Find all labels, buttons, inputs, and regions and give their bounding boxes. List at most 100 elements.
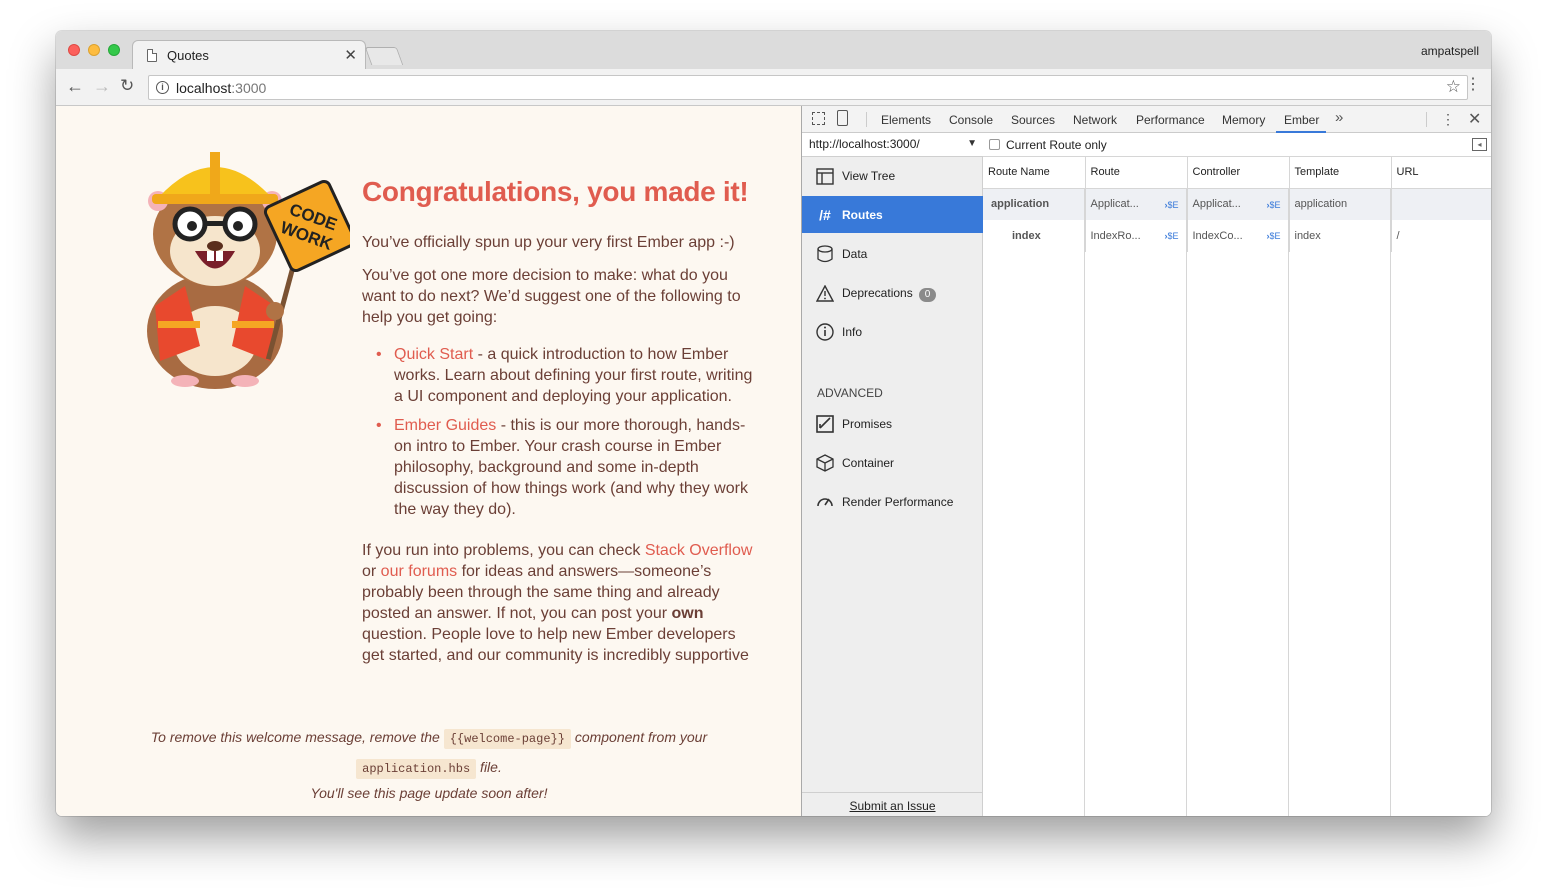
sidebar-item-info[interactable]: Info	[802, 313, 983, 350]
more-tabs-icon[interactable]: »	[1335, 109, 1343, 126]
route-name-cell: index	[983, 220, 1086, 252]
inspect-element-icon[interactable]	[812, 112, 825, 125]
address-bar[interactable]: i localhost:3000 ☆	[148, 75, 1468, 100]
divider	[1426, 112, 1427, 127]
list-item: Quick Start - a quick introduction to ho…	[376, 344, 762, 407]
list-item: Ember Guides - this is our more thorough…	[376, 415, 762, 520]
warning-icon	[816, 284, 834, 302]
column-header: Route Name	[983, 157, 1086, 189]
sidebar-item-deprecations[interactable]: Deprecations 0	[802, 274, 983, 311]
routes-panel: Current Route only ◂ Route Name Route Co…	[983, 133, 1491, 816]
submit-issue-link[interactable]: Submit an Issue	[802, 792, 983, 816]
tab-console[interactable]: Console	[949, 113, 993, 127]
tab-title: Quotes	[167, 48, 209, 63]
sidebar-item-render-performance[interactable]: Render Performance	[802, 483, 983, 520]
column-header: Route	[1085, 157, 1188, 189]
container-icon	[816, 454, 834, 472]
deprecations-count-badge: 0	[918, 288, 937, 302]
intro-text: You’ve officially spun up your very firs…	[362, 234, 735, 251]
devtools-tab-bar: Elements Console Sources Network Perform…	[802, 106, 1491, 133]
info-icon[interactable]: i	[156, 81, 169, 94]
tab-close-icon[interactable]: ✕	[344, 46, 357, 64]
gauge-icon	[816, 493, 834, 511]
route-cell[interactable]: IndexRo... ›$E	[1085, 220, 1188, 252]
sidebar-item-view-tree[interactable]: View Tree	[802, 157, 983, 194]
document-icon	[147, 49, 157, 62]
back-arrow-icon[interactable]: ←	[66, 77, 84, 95]
help-text: If you run into problems, you can check …	[362, 542, 753, 664]
toggle-sidebar-icon[interactable]: ◂	[1472, 138, 1487, 151]
current-route-only-label[interactable]: Current Route only	[1006, 138, 1107, 152]
template-cell: application	[1289, 188, 1392, 220]
profile-name[interactable]: ampatspell	[1421, 44, 1479, 58]
update-note: You'll see this page update soon after!	[310, 785, 548, 801]
tab-network[interactable]: Network	[1073, 113, 1117, 127]
devtools-menu-icon[interactable]: ⋮	[1441, 111, 1455, 128]
tab-ember[interactable]: Ember	[1284, 113, 1319, 127]
construction-hamster-mascot: CODE WORK	[147, 152, 350, 389]
maximize-window-button[interactable]	[108, 44, 120, 56]
promises-icon	[816, 415, 834, 433]
quick-start-link[interactable]: Quick Start	[394, 346, 473, 363]
title-bar: Quotes ✕ ampatspell	[56, 31, 1491, 70]
device-toolbar-icon[interactable]	[837, 110, 848, 126]
forward-arrow-icon[interactable]: →	[93, 77, 111, 95]
stack-overflow-link[interactable]: Stack Overflow	[645, 542, 753, 559]
application-hbs-code: application.hbs	[356, 759, 477, 779]
sidebar-item-container[interactable]: Container	[802, 444, 983, 481]
decision-text: You’ve got one more decision to make: wh…	[362, 267, 741, 326]
advanced-section-label: ADVANCED	[817, 386, 883, 400]
divider	[866, 112, 867, 127]
routes-filter-bar: Current Route only ◂	[983, 133, 1491, 157]
bookmark-star-icon[interactable]: ☆	[1446, 77, 1461, 97]
send-to-console-button[interactable]: ›$E	[1164, 231, 1178, 241]
sidebar-item-promises[interactable]: Promises	[802, 405, 983, 442]
browser-tab[interactable]: Quotes ✕	[132, 40, 366, 70]
welcome-page-code: {{welcome-page}}	[443, 729, 571, 749]
column-header: Template	[1289, 157, 1392, 189]
app-url-select[interactable]: http://localhost:3000/▼	[802, 133, 983, 157]
data-icon	[816, 245, 834, 263]
table-row[interactable]: index IndexRo... ›$E IndexCo... ›$E index …	[983, 220, 1491, 252]
getting-started-list: Quick Start - a quick introduction to ho…	[376, 344, 762, 528]
table-header-row: Route Name Route Controller Template URL	[983, 157, 1491, 189]
sidebar-item-routes[interactable]: /# Routes	[802, 196, 983, 233]
close-window-button[interactable]	[68, 44, 80, 56]
current-route-only-checkbox[interactable]	[989, 139, 1000, 150]
browser-window: Quotes ✕ ampatspell ← → ↻ i localhost:30…	[56, 31, 1491, 816]
send-to-console-button[interactable]: ›$E	[1266, 231, 1280, 241]
column-divider	[1084, 188, 1085, 816]
forums-link[interactable]: our forums	[381, 563, 457, 580]
tab-sources[interactable]: Sources	[1011, 113, 1055, 127]
column-divider	[1390, 188, 1391, 816]
send-to-console-button[interactable]: ›$E	[1266, 200, 1280, 210]
table-row[interactable]: application Applicat... ›$E Applicat... ›$…	[983, 188, 1491, 220]
ember-guides-link[interactable]: Ember Guides	[394, 417, 496, 434]
chevron-down-icon: ▼	[967, 138, 977, 149]
welcome-page: CODE WORK Congratulations, you made it! …	[56, 106, 801, 816]
controller-cell[interactable]: Applicat... ›$E	[1187, 188, 1290, 220]
new-tab-button[interactable]	[364, 47, 404, 65]
template-cell: index	[1289, 220, 1392, 252]
tab-elements[interactable]: Elements	[881, 113, 931, 127]
reload-icon[interactable]: ↻	[120, 77, 134, 95]
devtools-close-icon[interactable]: ✕	[1468, 109, 1481, 129]
tab-memory[interactable]: Memory	[1222, 113, 1265, 127]
send-to-console-button[interactable]: ›$E	[1164, 200, 1178, 210]
route-name-cell: application	[983, 188, 1086, 220]
browser-toolbar: ← → ↻ i localhost:3000 ☆ ⋮	[56, 69, 1491, 106]
route-cell[interactable]: Applicat... ›$E	[1085, 188, 1188, 220]
devtools-panel: Elements Console Sources Network Perform…	[801, 106, 1491, 816]
url-cell	[1391, 188, 1491, 220]
view-tree-icon	[816, 167, 834, 185]
page-heading: Congratulations, you made it!	[362, 176, 749, 207]
browser-menu-icon[interactable]: ⋮	[1465, 77, 1481, 93]
sidebar-item-data[interactable]: Data	[802, 235, 983, 272]
tab-performance[interactable]: Performance	[1136, 113, 1205, 127]
ember-inspector-sidebar: http://localhost:3000/▼ View Tree /# Rou…	[802, 133, 983, 816]
routes-icon: /#	[819, 207, 831, 223]
url-text[interactable]: localhost:3000	[176, 80, 266, 96]
minimize-window-button[interactable]	[88, 44, 100, 56]
column-header: Controller	[1187, 157, 1290, 189]
controller-cell[interactable]: IndexCo... ›$E	[1187, 220, 1290, 252]
